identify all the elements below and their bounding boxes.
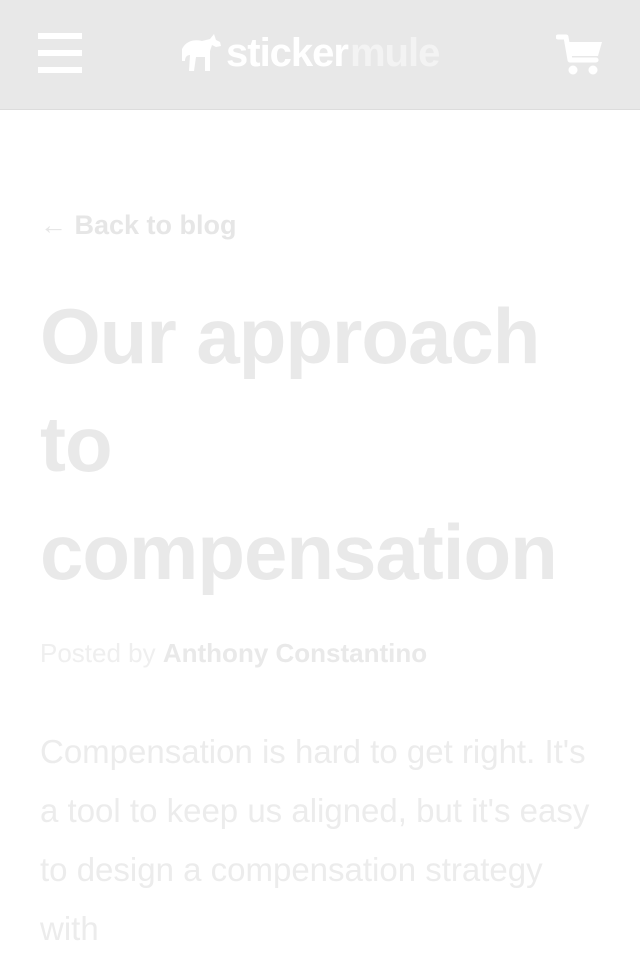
article-body-paragraph: Compensation is hard to get right. It's … [40,733,590,947]
article-title: Our approach to compensation [40,292,558,596]
author-link[interactable]: Anthony Constantino [163,638,427,668]
back-to-blog-link[interactable]: ← Back to blog [40,210,237,241]
sticker-mule-logo[interactable]: sticker mule [180,30,440,76]
byline-prefix: Posted by [40,638,163,668]
site-header: sticker mule [0,0,640,110]
hamburger-menu-icon[interactable] [38,33,82,73]
logo-text-mule: mule [349,31,440,75]
article-byline: Posted by Anthony Constantino [40,638,427,669]
shopping-cart-icon[interactable] [555,34,604,76]
mule-logo-icon [182,34,221,71]
logo-text-sticker: sticker [226,31,349,75]
